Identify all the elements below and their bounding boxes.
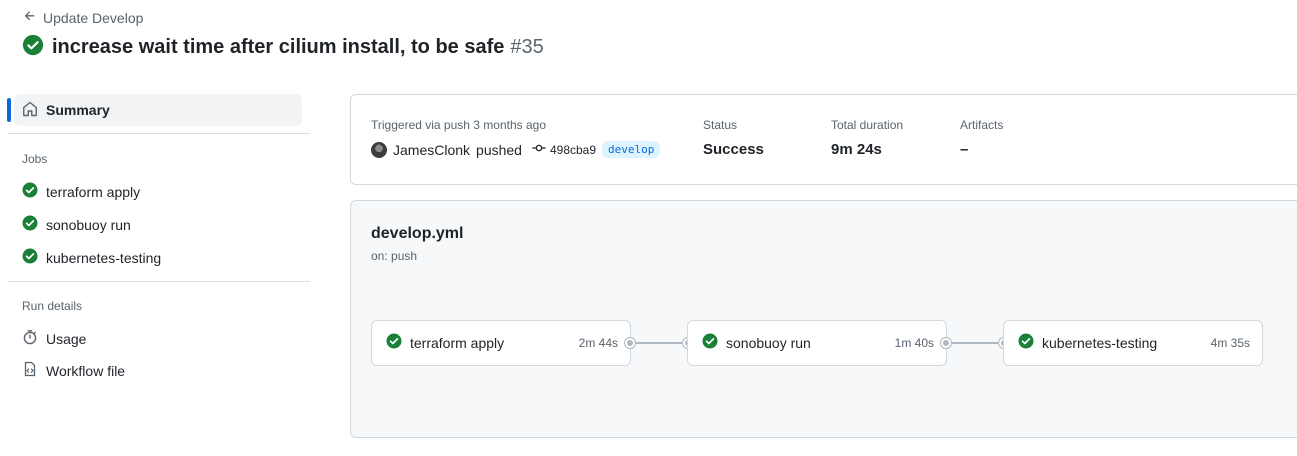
check-circle-icon <box>22 182 38 201</box>
check-circle-icon <box>1018 333 1034 354</box>
sidebar-item-label: Workflow file <box>46 362 126 379</box>
job-duration: 1m 40s <box>894 336 934 350</box>
sidebar-item-label: Usage <box>46 330 87 347</box>
workflow-file-name[interactable]: develop.yml <box>371 225 463 243</box>
job-connector <box>951 342 999 344</box>
check-circle-icon <box>22 34 44 61</box>
sidebar-item-workflow-file[interactable]: Workflow file <box>22 361 125 380</box>
job-name: terraform apply <box>410 335 505 351</box>
workflow-graph: develop.yml on: push terraform apply 2m … <box>350 200 1297 438</box>
status-value: Success <box>703 141 764 158</box>
branch-badge[interactable]: develop <box>602 141 661 158</box>
sidebar-item-summary[interactable]: Summary <box>14 94 302 126</box>
sidebar-item-label: kubernetes-testing <box>46 249 162 266</box>
divider <box>8 281 310 282</box>
action-text: pushed <box>476 141 522 158</box>
check-circle-icon <box>22 215 38 234</box>
connector-port <box>625 338 635 348</box>
sidebar-item-label: Summary <box>46 102 110 118</box>
file-code-icon <box>22 361 38 380</box>
active-indicator <box>7 98 11 122</box>
run-number: #35 <box>510 36 544 58</box>
stopwatch-icon <box>22 329 38 348</box>
duration-label: Total duration <box>831 118 904 132</box>
connector-port <box>941 338 951 348</box>
job-connector <box>635 342 683 344</box>
job-name: kubernetes-testing <box>1042 335 1158 351</box>
job-node-terraform-apply[interactable]: terraform apply 2m 44s <box>371 320 631 366</box>
trigger-label: Triggered via push 3 months ago <box>371 118 546 132</box>
page-title: increase wait time after cilium install,… <box>22 34 544 61</box>
sidebar-item-usage[interactable]: Usage <box>22 329 86 348</box>
sidebar-item-kubernetes-testing[interactable]: kubernetes-testing <box>22 248 161 267</box>
arrow-left-icon <box>23 9 37 26</box>
job-node-sonobuoy-run[interactable]: sonobuoy run 1m 40s <box>687 320 947 366</box>
sidebar-item-label: sonobuoy run <box>46 216 131 233</box>
run-title: increase wait time after cilium install,… <box>52 36 505 58</box>
jobs-heading: Jobs <box>22 152 48 166</box>
avatar[interactable] <box>371 141 387 158</box>
commit-sha: 498cba9 <box>549 142 597 157</box>
trigger-info: Triggered via push 3 months ago JamesClo… <box>371 118 661 158</box>
check-circle-icon <box>22 248 38 267</box>
check-circle-icon <box>386 333 402 354</box>
artifacts-value: – <box>960 141 969 158</box>
actor-link[interactable]: JamesClonk <box>393 142 470 158</box>
duration-info: Total duration 9m 24s <box>831 118 903 158</box>
divider <box>8 133 310 134</box>
git-commit-icon <box>532 141 546 158</box>
status-label: Status <box>703 118 738 132</box>
job-name: sonobuoy run <box>726 335 811 351</box>
run-details-heading: Run details <box>22 299 83 313</box>
workflow-trigger: on: push <box>371 249 418 263</box>
check-circle-icon <box>702 333 718 354</box>
job-duration: 2m 44s <box>578 336 618 350</box>
back-link-label: Update Develop <box>43 9 144 26</box>
sidebar-item-sonobuoy-run[interactable]: sonobuoy run <box>22 215 131 234</box>
job-duration: 4m 35s <box>1210 336 1250 350</box>
back-link[interactable]: Update Develop <box>23 9 143 26</box>
commit-link[interactable]: 498cba9 <box>532 141 596 158</box>
run-summary-card: Triggered via push 3 months ago JamesClo… <box>350 94 1297 185</box>
sidebar-item-terraform-apply[interactable]: terraform apply <box>22 182 140 201</box>
sidebar-item-label: terraform apply <box>46 183 141 200</box>
artifacts-info: Artifacts – <box>960 118 1003 158</box>
duration-value: 9m 24s <box>831 141 882 158</box>
job-node-kubernetes-testing[interactable]: kubernetes-testing 4m 35s <box>1003 320 1263 366</box>
artifacts-label: Artifacts <box>960 118 1004 132</box>
home-icon <box>22 101 38 120</box>
status-info: Status Success <box>703 118 764 158</box>
